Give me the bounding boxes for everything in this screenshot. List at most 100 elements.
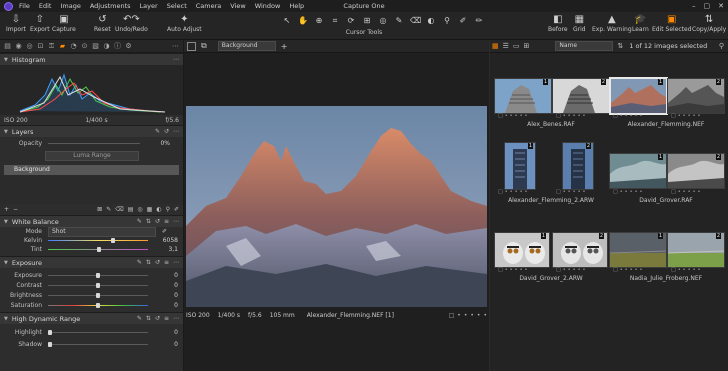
picker-icon[interactable]: ⚲ <box>166 206 170 213</box>
rating-dots[interactable]: □••••• <box>613 189 644 195</box>
thumbnail-size-icon[interactable]: ⊞ <box>524 42 530 50</box>
star-icon[interactable]: • <box>464 312 468 319</box>
picker-tool-icon[interactable]: ⚲ <box>442 16 452 26</box>
shadow-slider-handle[interactable] <box>48 341 52 347</box>
menu-window[interactable]: Window <box>255 2 281 10</box>
rating-dots[interactable]: □••••• <box>556 189 587 195</box>
details-tab-icon[interactable]: ⊙ <box>81 42 88 50</box>
rating-dots[interactable]: □••••• <box>498 189 529 195</box>
more-options-icon[interactable]: ⋯ <box>173 315 179 322</box>
eyedropper-icon[interactable]: ✐ <box>174 206 179 213</box>
menu-image[interactable]: Image <box>60 2 80 10</box>
copy-icon[interactable]: ⇅ <box>146 218 151 225</box>
menu-layer[interactable]: Layer <box>140 2 158 10</box>
star-icon[interactable]: • <box>457 312 461 319</box>
menu-view[interactable]: View <box>230 2 245 10</box>
kelvin-slider-handle[interactable] <box>111 238 115 243</box>
linear-gradient-icon[interactable]: ▤ <box>128 206 134 213</box>
tint-slider[interactable] <box>48 247 148 252</box>
filmstrip-view-icon[interactable]: ▭ <box>513 42 520 50</box>
star-icon[interactable]: • <box>477 312 481 319</box>
edit-icon[interactable]: ✎ <box>137 218 142 225</box>
brightness-value[interactable]: 0 <box>156 292 178 299</box>
kelvin-slider[interactable] <box>48 238 148 243</box>
lock-tab-icon[interactable]: ⚿ <box>48 42 55 50</box>
reset-icon[interactable]: ↺ <box>155 218 160 225</box>
presets-icon[interactable]: ≡ <box>164 259 169 266</box>
shadow-value[interactable]: 0 <box>156 341 178 348</box>
select-tool-icon[interactable]: ↖ <box>282 16 292 26</box>
more-options-icon[interactable]: ⋯ <box>173 259 179 266</box>
reset-icon[interactable]: ↺ <box>155 315 160 322</box>
sort-select[interactable]: Name <box>555 41 614 51</box>
exposure-slider-handle[interactable] <box>96 272 100 278</box>
eraser-tool-icon[interactable]: ⌫ <box>410 16 421 26</box>
more-options-icon[interactable]: ⋯ <box>173 218 179 225</box>
exposure-value[interactable]: 0 <box>156 272 178 279</box>
before-button[interactable]: ◧ Before <box>548 14 568 33</box>
background-layer[interactable]: Background <box>4 165 179 175</box>
capture-tab-icon[interactable]: ◉ <box>15 42 22 50</box>
search-icon[interactable]: ⚲ <box>719 42 724 50</box>
annotate-tool-icon[interactable]: ✏ <box>474 16 484 26</box>
maximize-button[interactable]: ▢ <box>704 2 711 10</box>
wb-picker-icon[interactable]: ✐ <box>162 228 167 235</box>
hdr-header[interactable]: ▼ High Dynamic Range ✎ ⇅ ↺ ≡ ⋯ <box>0 312 183 324</box>
edit-selected-button[interactable]: ▣ Edit Selected <box>652 14 692 33</box>
copy-apply-button[interactable]: ⇅ Copy/Apply <box>692 14 726 33</box>
rating-dots[interactable]: □••••• <box>613 113 644 119</box>
more-tabs-icon[interactable]: ⋯ <box>172 42 179 50</box>
highlight-value[interactable]: 0 <box>156 329 178 336</box>
composition-tab-icon[interactable]: ⊡ <box>37 42 44 50</box>
close-button[interactable]: ✕ <box>718 2 724 10</box>
edit-icon[interactable]: ✎ <box>137 315 142 322</box>
rating-dots[interactable]: □••••• <box>498 113 529 119</box>
more-options-icon[interactable]: ⋯ <box>173 56 179 63</box>
multi-view-icon[interactable]: ⧉ <box>201 41 207 51</box>
kelvin-value[interactable]: 6058 <box>156 237 178 244</box>
contrast-slider-handle[interactable] <box>96 282 100 288</box>
saturation-slider[interactable] <box>48 302 148 308</box>
settings-tab-icon[interactable]: ⚙ <box>125 42 132 50</box>
brush-tool-icon[interactable]: ✎ <box>394 16 404 26</box>
add-layer-icon[interactable]: + <box>281 42 288 51</box>
list-view-icon[interactable]: ☰ <box>503 42 509 50</box>
grid-view-icon[interactable]: ▦ <box>492 42 499 50</box>
rating-dots[interactable]: □••••• <box>613 267 644 273</box>
layer-tool-icon[interactable]: ✎ <box>155 128 160 135</box>
crop-tool-icon[interactable]: ⌗ <box>330 16 340 26</box>
exposure-slider[interactable] <box>48 272 148 278</box>
exposure-warning-button[interactable]: ▲ Exp. Warning <box>592 14 632 33</box>
radial-gradient-icon[interactable]: ◎ <box>137 206 142 213</box>
copy-icon[interactable]: ⇅ <box>146 259 151 266</box>
layers-header[interactable]: ▼ Layers ✎ ↺ ⋯ <box>0 125 183 137</box>
star-icon[interactable]: • <box>470 312 474 319</box>
color-picker-icon[interactable]: ✐ <box>458 16 468 26</box>
histogram-header[interactable]: ▼ Histogram ⋯ <box>0 53 183 65</box>
zoom-tool-icon[interactable]: ⊕ <box>314 16 324 26</box>
brightness-slider[interactable] <box>48 292 148 298</box>
highlight-slider[interactable] <box>48 329 148 335</box>
edit-icon[interactable]: ✎ <box>137 259 142 266</box>
saturation-value[interactable]: 0 <box>156 302 178 309</box>
lens-tab-icon[interactable]: ◎ <box>26 42 33 50</box>
rating-dots[interactable]: □••••• <box>671 113 702 119</box>
menu-edit[interactable]: Edit <box>39 2 52 10</box>
contrast-slider[interactable] <box>48 282 148 288</box>
presets-icon[interactable]: ≡ <box>164 315 169 322</box>
brush-icon[interactable]: ✎ <box>106 206 111 213</box>
keystone-tool-icon[interactable]: ⊞ <box>362 16 372 26</box>
main-photo[interactable] <box>186 106 487 307</box>
opacity-value[interactable]: 0% <box>148 140 170 147</box>
wb-mode-select[interactable]: Shot <box>48 226 156 237</box>
star-icon[interactable]: • <box>483 312 487 319</box>
presets-icon[interactable]: ≡ <box>164 218 169 225</box>
fill-icon[interactable]: ▦ <box>147 206 153 213</box>
exposure-header[interactable]: ▼ Exposure ✎ ⇅ ↺ ≡ ⋯ <box>0 256 183 268</box>
exposure-tab-icon[interactable]: ▰ <box>59 42 66 50</box>
shadow-slider[interactable] <box>48 341 148 347</box>
menu-file[interactable]: File <box>19 2 30 10</box>
rotate-tool-icon[interactable]: ⟳ <box>346 16 356 26</box>
invert-icon[interactable]: ◐ <box>156 206 161 213</box>
rating-dots[interactable]: □••••• <box>671 189 702 195</box>
